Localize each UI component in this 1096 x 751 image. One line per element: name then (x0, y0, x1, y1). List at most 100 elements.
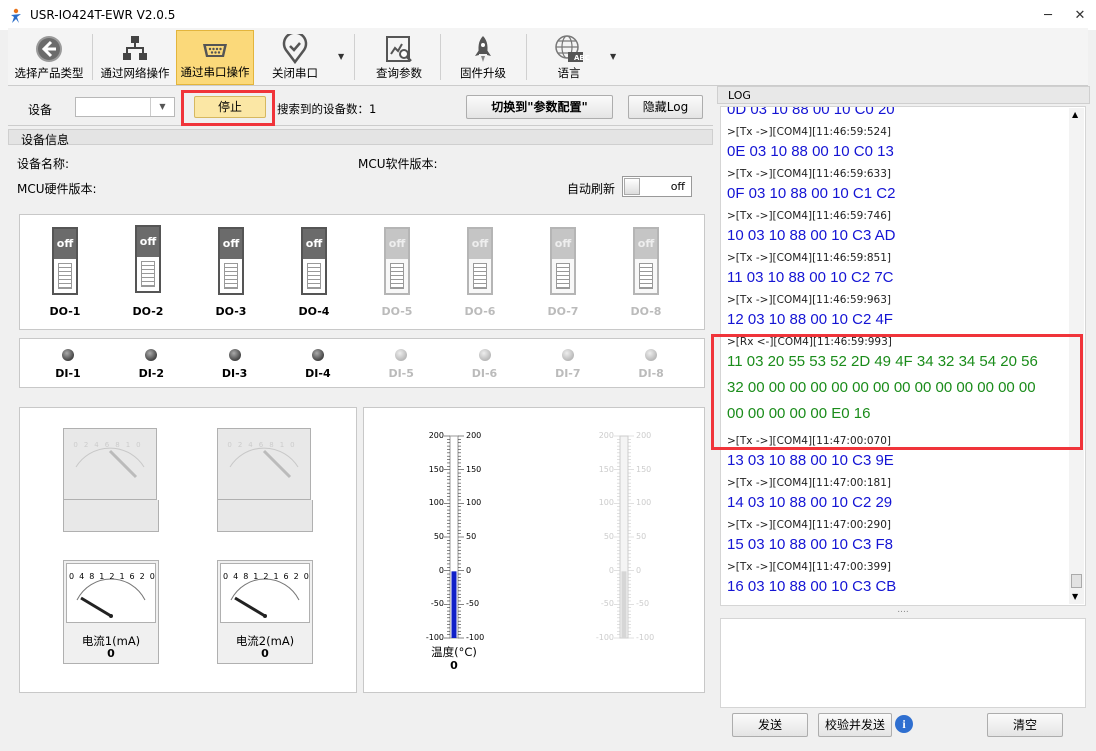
do-label: DO-5 (381, 305, 413, 318)
hide-log-button[interactable]: 隐藏Log (628, 95, 703, 119)
rocket-icon (475, 36, 491, 62)
network-operate-button[interactable]: 通过网络操作 (94, 30, 176, 85)
title-bar: USR-IO424T-EWR V2.0.5 ─ ✕ (0, 0, 1096, 30)
current-gauge-panel: 0246810 0246810 048121620 电流1(mA) 0 0481… (19, 407, 357, 693)
current1-value: 0 (107, 647, 115, 660)
do-switch-2[interactable]: off (135, 225, 161, 293)
thermometer-tick-label: 100 (598, 498, 614, 508)
query-params-button[interactable]: 查询参数 (360, 30, 438, 85)
send-input[interactable] (720, 618, 1086, 708)
thermometer-tick-label: 200 (428, 431, 444, 440)
toolbar: 选择产品类型 通过网络操作 通过串口操作 关闭串口 ▼ 查询参数 固件升级 AB… (8, 28, 1088, 86)
thermometer-tick-label: -100 (466, 633, 485, 642)
log-data-line: 0E 03 10 88 00 10 C0 13 (727, 143, 894, 160)
scrollbar-thumb[interactable] (1071, 574, 1082, 588)
thermometer-tick-label: 100 (636, 498, 652, 508)
device-info-header: 设备信息 (8, 129, 713, 147)
section-title: 设备信息 (21, 133, 70, 147)
switch-state: off (54, 229, 76, 259)
analog-gauge-dim-1: 0246810 (63, 428, 157, 500)
gauge-ticks: 048121620 (69, 572, 160, 581)
do-switch-5: off (384, 227, 410, 295)
thermometer-tick-label: 0 (636, 565, 642, 575)
thermometer-tick-label: 0 (438, 565, 444, 575)
mcu-hw-version-label: MCU硬件版本: (17, 182, 97, 196)
switch-lever (556, 263, 570, 289)
log-data-line: 15 03 10 88 00 10 C3 F8 (727, 536, 893, 553)
language-button[interactable]: ABC 语言 (530, 30, 608, 85)
di-label: DI-1 (55, 367, 81, 380)
stop-button[interactable]: 停止 (194, 96, 266, 118)
firmware-upgrade-button[interactable]: 固件升级 (444, 30, 522, 85)
thermometer-fill (621, 571, 627, 638)
gauge-ticks-dim: 0246810 (73, 441, 147, 449)
switch-state: off (552, 229, 574, 259)
serial-port-icon (203, 44, 227, 57)
thermometer-tick-label: -100 (636, 633, 655, 642)
do-switch-1[interactable]: off (52, 227, 78, 295)
temperature-label: 温度(°C) (431, 645, 477, 659)
switch-state: off (220, 229, 242, 259)
di-indicator-8 (645, 349, 658, 361)
do-label: DO-3 (215, 305, 247, 318)
current1-dial: 048121620 (66, 563, 156, 623)
device-select[interactable]: ▼ (75, 97, 175, 117)
di-indicator-4 (311, 349, 324, 361)
log-data-line: 11 03 10 88 00 10 C2 7C (727, 269, 894, 286)
di-label: DI-4 (305, 367, 331, 380)
thermometer-tick-label: -50 (600, 599, 614, 609)
do-switch-3[interactable]: off (218, 227, 244, 295)
scroll-down-icon[interactable]: ▼ (1072, 592, 1078, 601)
auto-refresh-toggle[interactable]: off (622, 176, 692, 197)
thermometer-tick-label: 0 (466, 565, 472, 575)
close-serial-button[interactable]: 关闭串口 (256, 30, 334, 85)
temperature-value: 0 (450, 659, 458, 672)
minimize-button[interactable]: ─ (1034, 6, 1062, 26)
current2-dial: 048121620 (220, 563, 310, 623)
close-serial-dropdown-icon[interactable]: ▼ (338, 52, 344, 61)
scroll-up-icon[interactable]: ▲ (1072, 110, 1078, 119)
serial-operate-button[interactable]: 通过串口操作 (176, 30, 254, 85)
toolbar-label: 选择产品类型 (14, 66, 84, 80)
log-tag-line: >[Tx ->][COM4][11:47:00:181] (727, 477, 892, 489)
do-label: DO-2 (132, 305, 164, 318)
splitter-handle[interactable]: .... (720, 606, 1086, 617)
thermometer-tick-label: -50 (430, 599, 444, 609)
gauge-ticks: 048121620 (223, 572, 314, 581)
thermometer-tick-label: 0 (608, 565, 614, 575)
main-panel: 设备 ▼ 停止 搜索到的设备数：1 切换到"参数配置" 隐藏Log 设备信息 设… (8, 88, 713, 743)
toolbar-label: 通过串口操作 (180, 65, 250, 79)
do-switch-4[interactable]: off (301, 227, 327, 295)
do-panel: off DO-1 off DO-2 off DO-3 off DO-4 off DO-5 off DO… (19, 214, 705, 330)
do-label: DO-4 (298, 305, 330, 318)
close-button[interactable]: ✕ (1066, 6, 1094, 26)
info-icon[interactable]: i (895, 715, 913, 733)
thermometer-tick-label: -50 (466, 599, 480, 609)
toolbar-label: 通过网络操作 (100, 66, 170, 80)
check-and-send-button[interactable]: 校验并发送 (818, 713, 892, 737)
select-product-type-button[interactable]: 选择产品类型 (8, 30, 90, 85)
do-switch-8: off (633, 227, 659, 295)
di-indicator-3 (228, 349, 241, 361)
thermometer-tick-label: 150 (636, 464, 652, 474)
switch-state: off (635, 229, 657, 259)
clear-button[interactable]: 清空 (987, 713, 1063, 737)
thermometer-tick-label: -100 (595, 633, 614, 642)
do-switch-7: off (550, 227, 576, 295)
thermometer-tick-label: -50 (636, 599, 650, 609)
di-label: DI-5 (388, 367, 414, 380)
app-logo-icon (11, 8, 21, 23)
current2-value: 0 (261, 647, 269, 660)
thermometer-tick-label: 150 (428, 464, 444, 474)
thermometer-tick-label: 200 (636, 431, 652, 440)
log-header: LOG (717, 86, 1090, 104)
do-label: DO-1 (49, 305, 81, 318)
send-button[interactable]: 发送 (732, 713, 808, 737)
language-dropdown-icon[interactable]: ▼ (610, 52, 616, 61)
toolbar-label: 查询参数 (376, 66, 422, 80)
switch-lever (307, 263, 321, 289)
switch-state: off (303, 229, 325, 259)
switch-lever (390, 263, 404, 289)
thermometer-fill (451, 571, 457, 638)
switch-param-config-button[interactable]: 切换到"参数配置" (466, 95, 613, 119)
